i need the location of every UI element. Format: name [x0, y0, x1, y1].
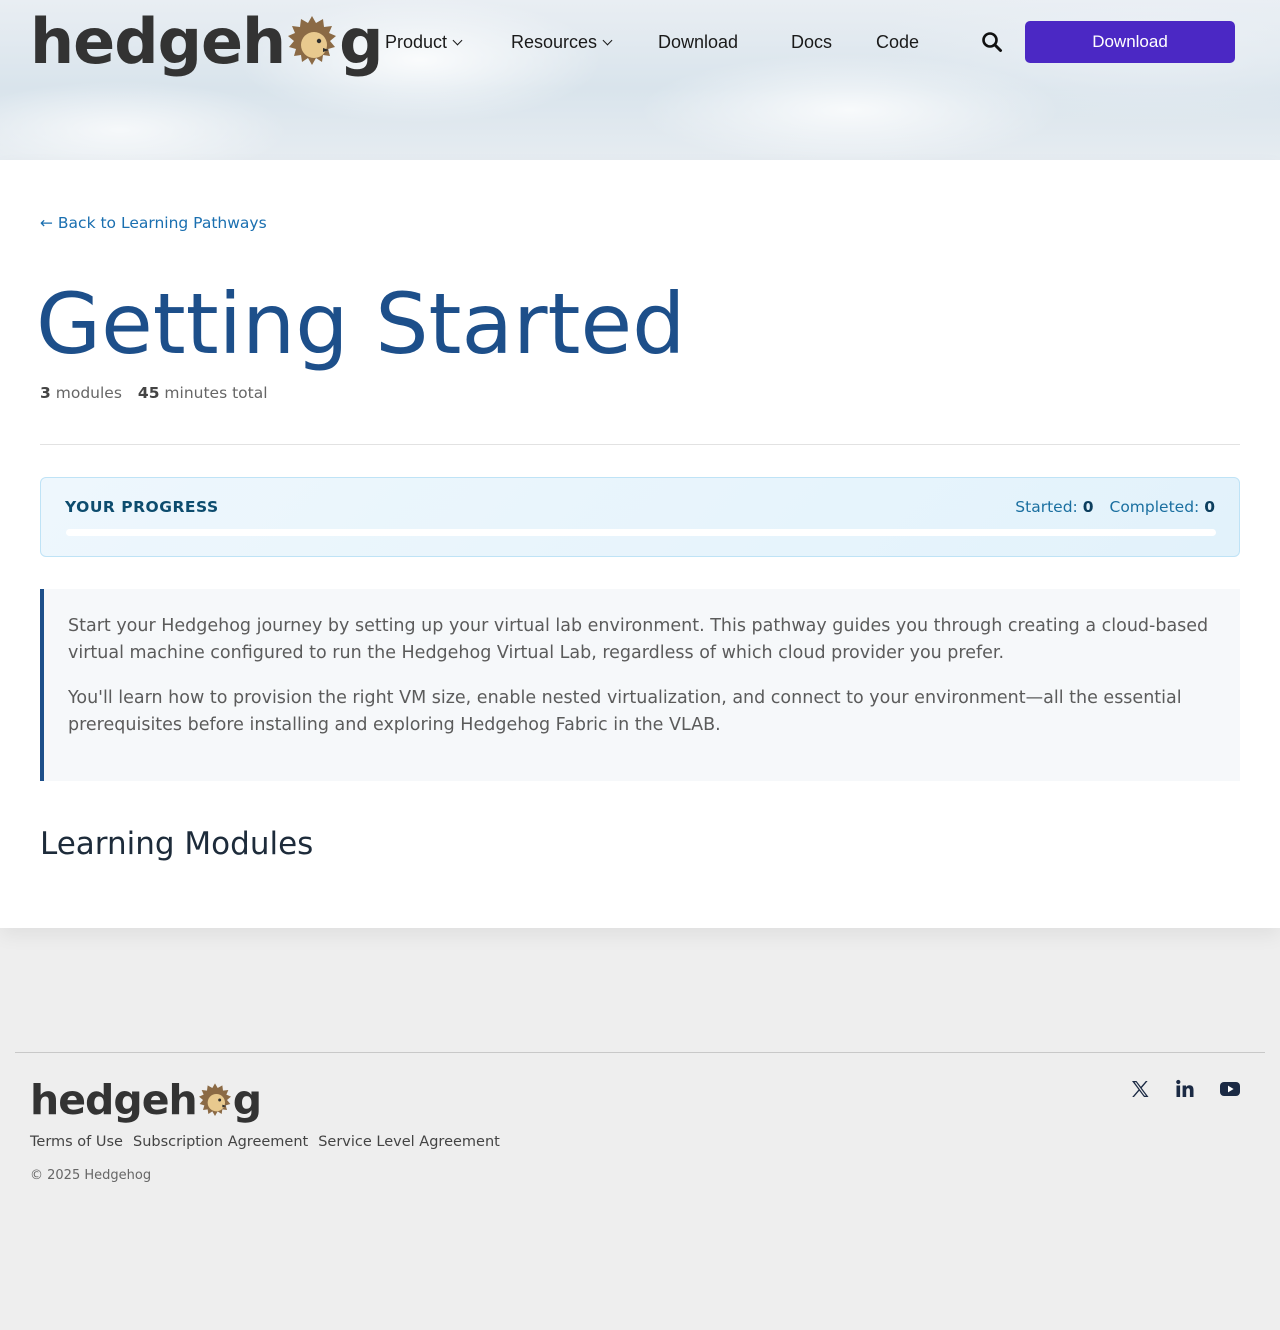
minutes-label: minutes total — [164, 384, 268, 402]
completed-label: Completed: — [1109, 498, 1200, 516]
modules-meta: 3 modules — [40, 384, 122, 402]
header: hedgeh g Product Resources Download Docs — [0, 0, 1280, 160]
started-value: 0 — [1082, 498, 1094, 516]
copyright: © 2025 Hedgehog — [30, 1168, 152, 1183]
main-content: ← Back to Learning Pathways Getting Star… — [0, 160, 1280, 928]
pathway-description: Start your Hedgehog journey by setting u… — [40, 589, 1240, 781]
subscription-agreement-link[interactable]: Subscription Agreement — [133, 1134, 308, 1150]
completed-value: 0 — [1204, 498, 1215, 516]
x-twitter-link[interactable] — [1129, 1078, 1151, 1100]
youtube-link[interactable] — [1219, 1078, 1241, 1100]
minutes-count: 45 — [137, 384, 160, 402]
search-icon — [982, 32, 1002, 52]
progress-title: YOUR PROGRESS — [65, 498, 219, 516]
linkedin-link[interactable] — [1174, 1078, 1196, 1100]
page-title: Getting Started — [36, 275, 686, 373]
nav-item-label: Download — [658, 31, 739, 52]
nav-item-download[interactable]: Download — [658, 22, 738, 62]
description-paragraph: Start your Hedgehog journey by setting u… — [68, 616, 1209, 663]
hedgehog-icon — [197, 1080, 233, 1120]
learning-modules-heading: Learning Modules — [40, 826, 314, 862]
hedgehog-icon — [285, 12, 339, 70]
download-button[interactable]: Download — [1025, 21, 1235, 63]
pathway-meta: 3 modules 45 minutes total — [40, 384, 268, 402]
chevron-down-icon — [452, 35, 463, 45]
terms-of-use-link[interactable]: Terms of Use — [30, 1134, 123, 1150]
divider — [40, 444, 1240, 445]
search-button[interactable] — [980, 30, 1004, 54]
chevron-down-icon — [602, 35, 613, 45]
logo-text-end: g — [339, 4, 383, 78]
progress-card: YOUR PROGRESS Started: 0 Completed: 0 — [40, 477, 1240, 557]
nav-item-label: Code — [876, 31, 920, 52]
logo-text-start: hedgeh — [30, 4, 286, 78]
modules-count: 3 — [40, 384, 51, 402]
modules-label: modules — [55, 384, 122, 402]
x-twitter-icon — [1132, 1081, 1149, 1097]
started-stat: Started: 0 — [1015, 498, 1093, 516]
started-label: Started: — [1015, 498, 1078, 516]
footer-links: Terms of Use Subscription Agreement Serv… — [30, 1134, 500, 1150]
footer-divider — [15, 1052, 1265, 1053]
nav-item-code[interactable]: Code — [876, 22, 919, 62]
progress-bar — [66, 529, 1216, 536]
description-paragraph: You'll learn how to provision the right … — [68, 688, 1182, 735]
nav-item-product[interactable]: Product — [385, 22, 463, 62]
youtube-icon — [1220, 1082, 1240, 1096]
logo[interactable]: hedgeh g — [30, 4, 384, 78]
nav-item-docs[interactable]: Docs — [791, 22, 832, 62]
logo-text-start: hedgeh — [30, 1076, 198, 1124]
linkedin-icon — [1176, 1079, 1194, 1097]
logo-text-end: g — [232, 1076, 262, 1124]
back-to-pathways-link[interactable]: ← Back to Learning Pathways — [40, 214, 267, 232]
footer-logo[interactable]: hedgeh g — [30, 1076, 262, 1124]
nav-item-label: Resources — [511, 31, 598, 52]
nav-item-label: Product — [385, 31, 448, 52]
completed-stat: Completed: 0 — [1110, 498, 1216, 516]
nav-item-resources[interactable]: Resources — [511, 22, 613, 62]
service-level-agreement-link[interactable]: Service Level Agreement — [318, 1134, 500, 1150]
minutes-meta: 45 minutes total — [138, 384, 268, 402]
nav-item-label: Docs — [791, 31, 833, 52]
progress-stats: Started: 0 Completed: 0 — [1015, 498, 1215, 516]
